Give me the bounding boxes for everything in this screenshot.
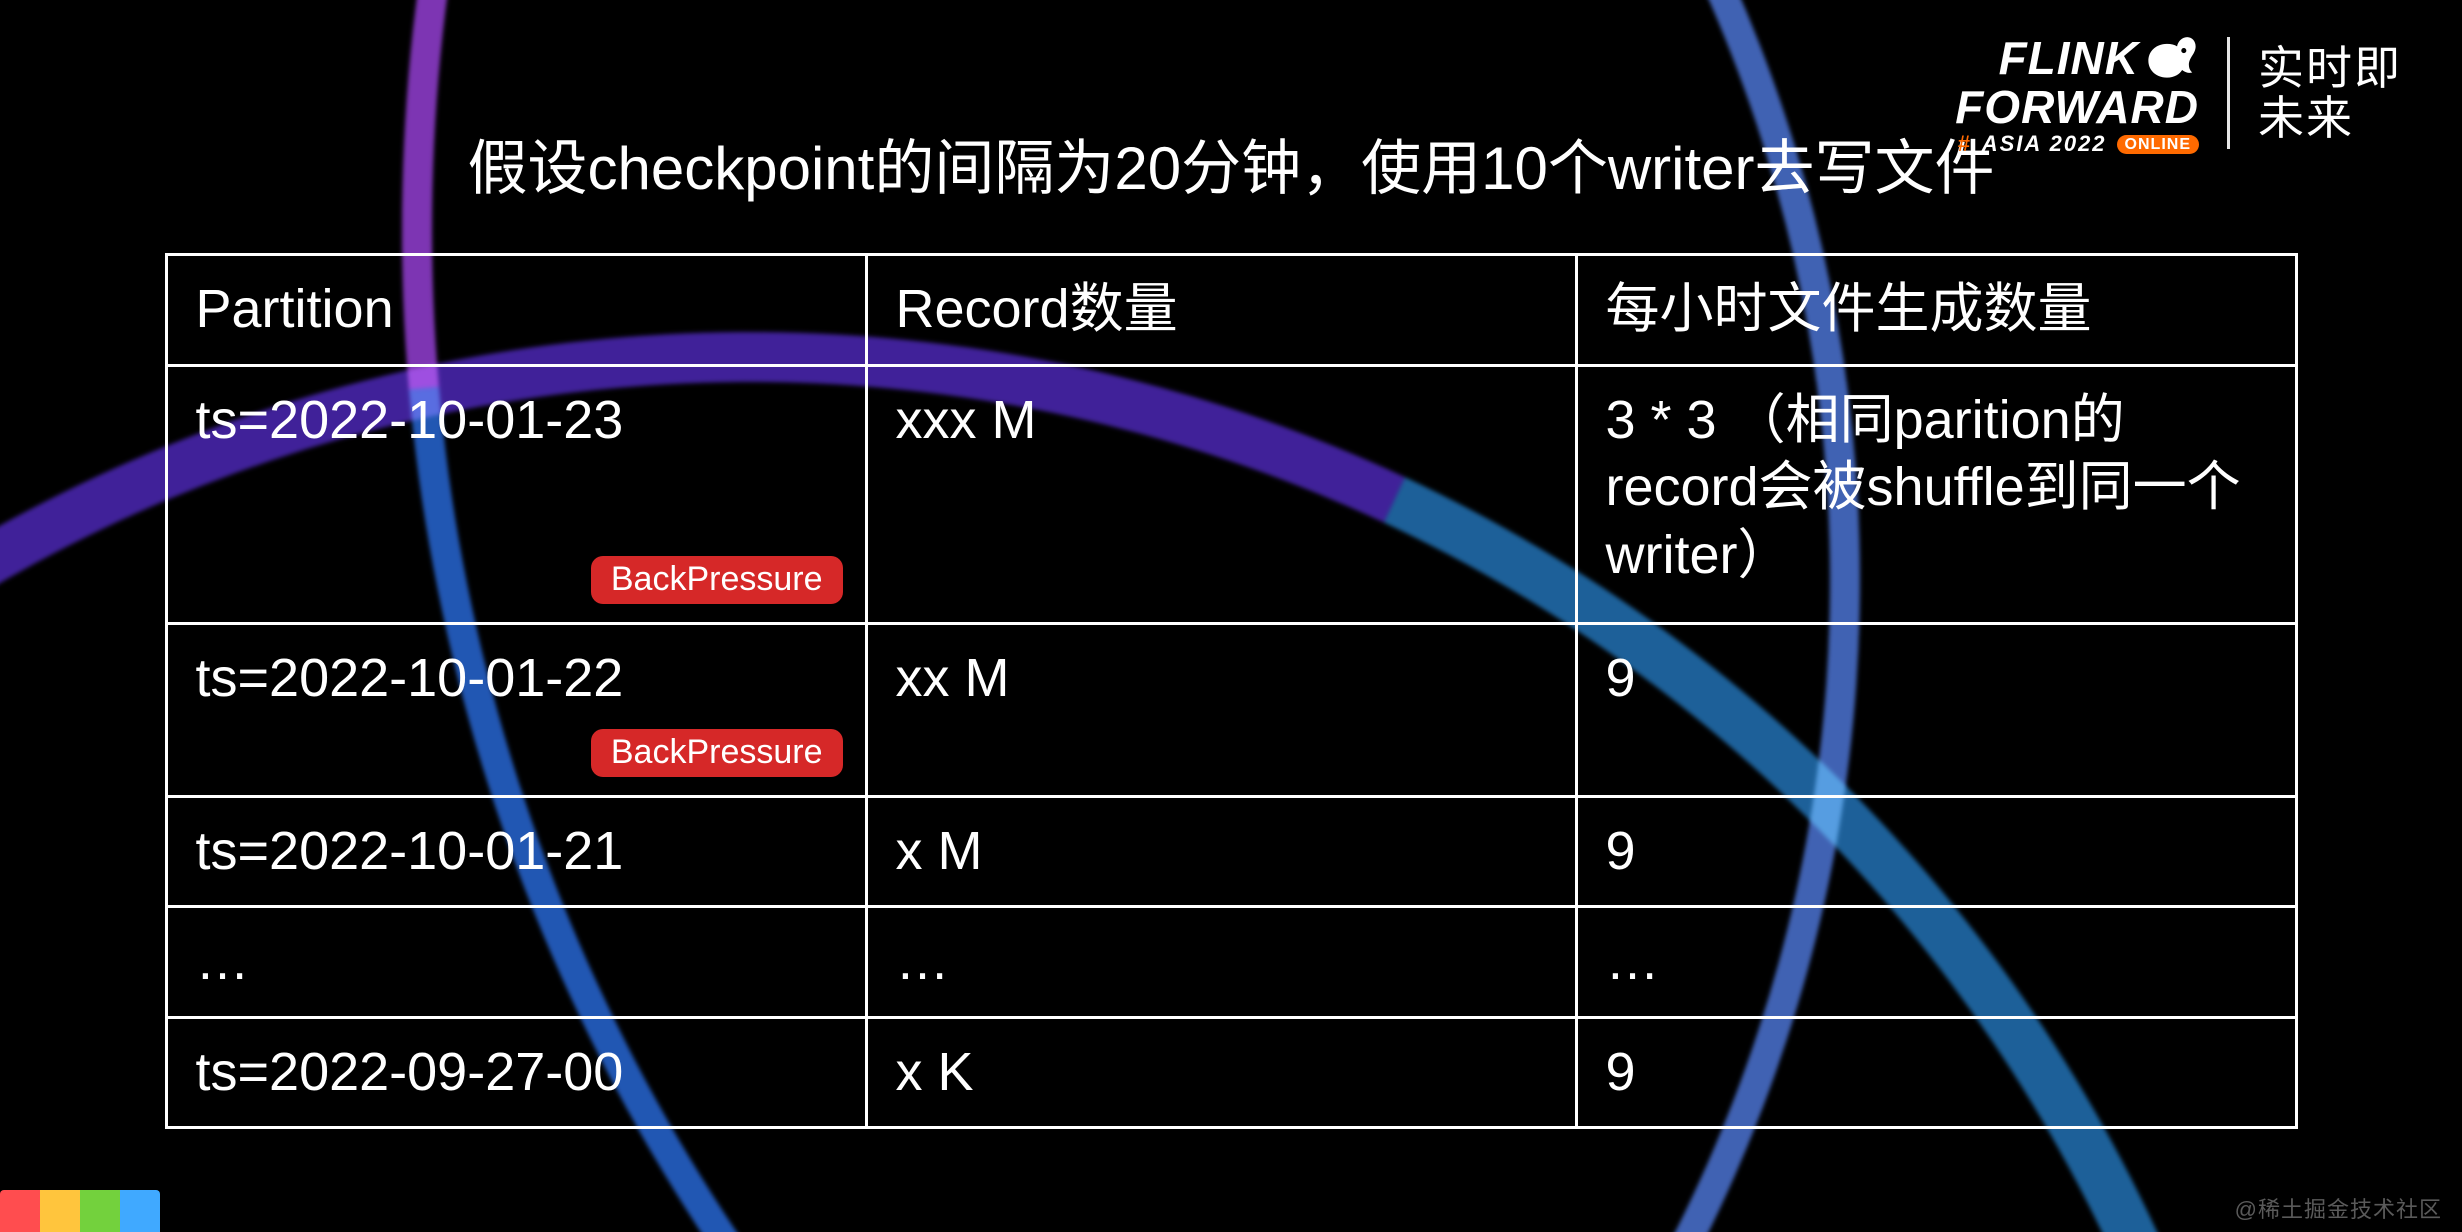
files-per-hour-value: 9	[1576, 796, 2296, 907]
table-row: ts=2022-10-01-22 BackPressure xx M 9	[166, 623, 2296, 796]
table-row: … … …	[166, 907, 2296, 1018]
files-per-hour-value: 3 * 3 （相同parition的record会被shuffle到同一个wri…	[1576, 365, 2296, 623]
record-count-value: xxx M	[866, 365, 1576, 623]
backpressure-badge: BackPressure	[591, 556, 843, 604]
corner-yellow	[40, 1190, 80, 1232]
forward-text: FORWARD	[1955, 86, 2199, 130]
partition-value: ts=2022-10-01-23	[196, 390, 624, 450]
record-count-value: …	[866, 907, 1576, 1018]
record-count-value: xx M	[866, 623, 1576, 796]
table-row: ts=2022-10-01-23 BackPressure xxx M 3 * …	[166, 365, 2296, 623]
cn-slogan: 实时即 未来	[2258, 43, 2402, 144]
table-row: ts=2022-10-01-21 x M 9	[166, 796, 2296, 907]
logo-divider	[2227, 37, 2230, 149]
partition-value: ts=2022-10-01-22	[196, 648, 624, 708]
asia-year: ASIA 2022	[1982, 134, 2107, 155]
partition-value: ts=2022-10-01-21	[196, 821, 624, 881]
record-count-value: x K	[866, 1017, 1576, 1128]
table-header-row: Partition Record数量 每小时文件生成数量	[166, 255, 2296, 366]
files-per-hour-value: …	[1576, 907, 2296, 1018]
col-record-count: Record数量	[866, 255, 1576, 366]
flink-text: FLINK	[1999, 37, 2139, 81]
corner-green	[80, 1190, 120, 1232]
col-partition: Partition	[166, 255, 866, 366]
cn-slogan-line2: 未来	[2258, 93, 2402, 144]
corner-blue	[120, 1190, 160, 1232]
files-per-hour-value: 9	[1576, 623, 2296, 796]
flink-forward-logo: FLINK FORWARD # ASIA 2022 ONLINE	[1955, 32, 2199, 155]
corner-red	[0, 1190, 40, 1232]
table-row: ts=2022-09-27-00 x K 9	[166, 1017, 2296, 1128]
col-files-per-hour: 每小时文件生成数量	[1576, 255, 2296, 366]
hash-icon: #	[1957, 134, 1971, 155]
backpressure-badge: BackPressure	[591, 729, 843, 777]
header-logos: FLINK FORWARD # ASIA 2022 ONLINE 实时即 未来	[1955, 32, 2402, 155]
watermark: @稀土掘金技术社区	[2235, 1192, 2442, 1224]
squirrel-icon	[2145, 32, 2199, 86]
partition-value: …	[196, 931, 250, 991]
files-per-hour-value: 9	[1576, 1017, 2296, 1128]
online-badge: ONLINE	[2117, 135, 2199, 154]
corner-color-blocks	[0, 1190, 160, 1232]
record-count-value: x M	[866, 796, 1576, 907]
partition-table: Partition Record数量 每小时文件生成数量 ts=2022-10-…	[165, 253, 2298, 1129]
cn-slogan-line1: 实时即	[2258, 43, 2402, 94]
partition-value: ts=2022-09-27-00	[196, 1042, 624, 1102]
